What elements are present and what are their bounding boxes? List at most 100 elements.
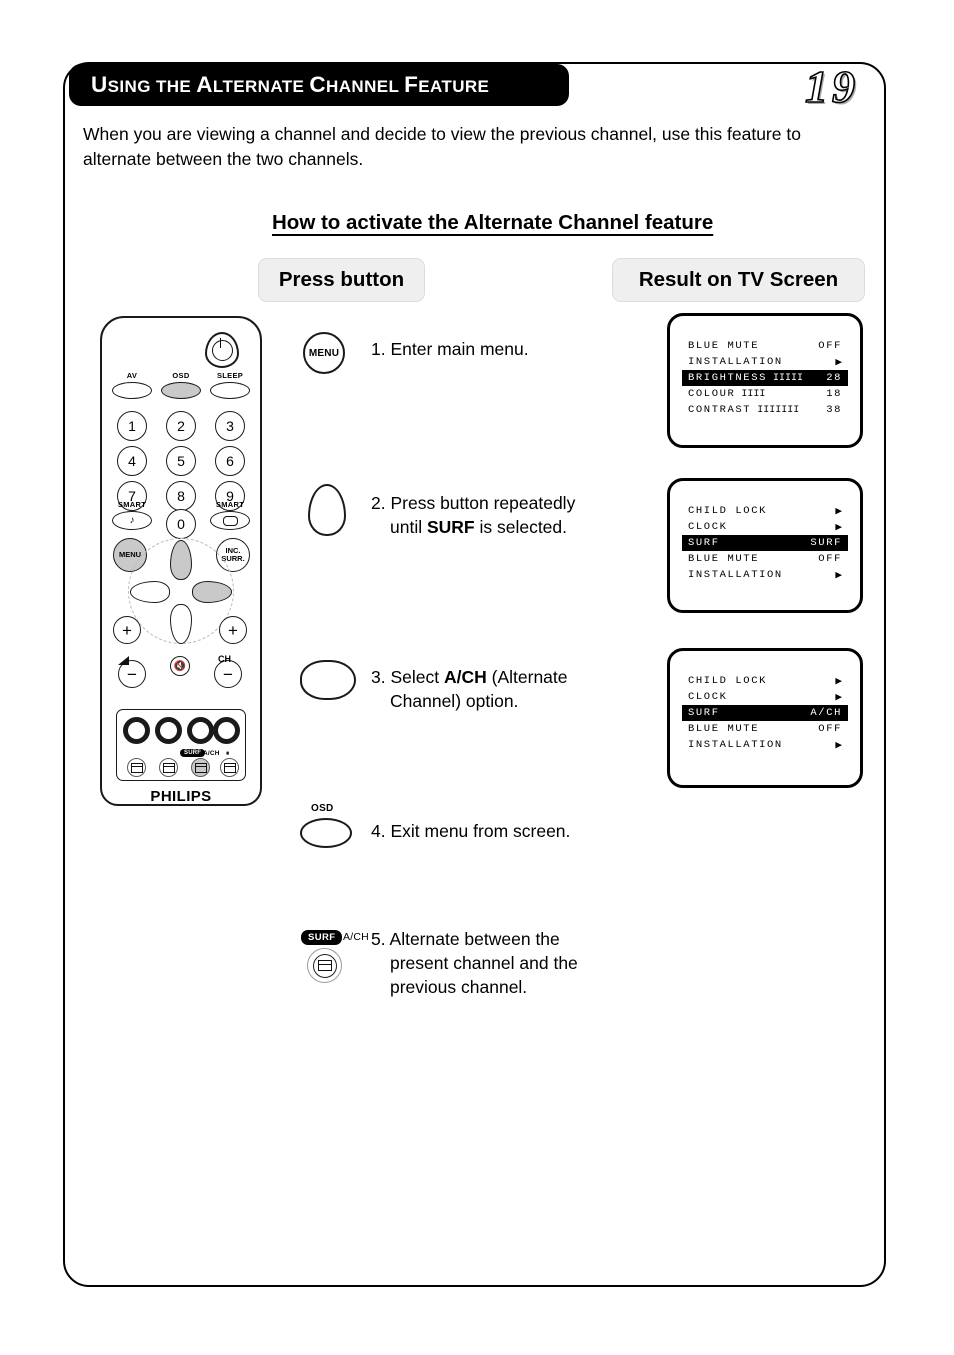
- remote-osd-label: OSD: [172, 371, 190, 380]
- page-title-part-5: C: [309, 72, 327, 97]
- menu-row-label: BRIGHTNESS: [688, 372, 768, 384]
- remote-key-8: 8: [166, 481, 196, 511]
- osd-button-icon: [300, 818, 352, 848]
- menu-row-arrow-icon: ▶: [835, 357, 842, 369]
- menu-row-label: BLUE MUTE: [688, 340, 760, 352]
- step-4-number: 4.: [371, 821, 386, 841]
- remote-surf-ach-button: [191, 758, 210, 777]
- menu-row-arrow-icon: ▶: [835, 570, 842, 582]
- menu-row-bar-indicator: IIIII: [773, 372, 804, 384]
- menu-row-label: CLOCK: [688, 691, 728, 703]
- remote-control-illustration: AV OSD SLEEP 1 2 3 4 5 6 7 8 9 SMART ♪ 0…: [100, 316, 262, 806]
- menu-row-label: CHILD LOCK: [688, 675, 768, 687]
- menu-row: INSTALLATION ▶: [688, 567, 842, 583]
- music-note-icon: ♪: [129, 515, 135, 526]
- tv-screen-main-menu: BLUE MUTE OFF INSTALLATION ▶ BRIGHTNESS …: [667, 313, 863, 448]
- split-screen-glyph: [194, 762, 207, 773]
- page-title-part-4: LTERNATE: [212, 77, 310, 96]
- surf-badge: SURF: [301, 930, 343, 945]
- remote-key-5: 5: [166, 446, 196, 476]
- menu-row: CLOCK ▶: [688, 519, 842, 535]
- menu-row: COLOUR IIII 18: [688, 386, 842, 402]
- menu-row-value: OFF: [818, 340, 842, 352]
- page-number: 19: [804, 60, 859, 113]
- menu-row-arrow-icon: ▶: [835, 740, 842, 752]
- step-5-text: 5. Alternate between the present channel…: [371, 927, 621, 999]
- menu-row-label: CONTRAST: [688, 404, 752, 416]
- step-1-text: 1. Enter main menu.: [371, 337, 621, 361]
- menu-row-label: INSTALLATION: [688, 739, 783, 751]
- menu-row-bar-indicator: IIIIIII: [757, 404, 800, 416]
- remote-av-label: AV: [126, 371, 138, 380]
- menu-row-label: BLUE MUTE: [688, 723, 760, 735]
- menu-row: CHILD LOCK ▶: [688, 673, 842, 689]
- menu-row-label: CLOCK: [688, 521, 728, 533]
- remote-smart-picture-button: [210, 511, 250, 530]
- remote-ch-label: CH: [218, 654, 231, 664]
- step-2-line2-pre: until: [390, 517, 427, 537]
- menu-row: BLUE MUTE OFF: [688, 338, 842, 354]
- step-5-line3: previous channel.: [390, 977, 528, 997]
- remote-teletext-button-1: [127, 758, 146, 777]
- remote-volume-up-button: +: [113, 616, 141, 644]
- tv-screen-surf-menu: CHILD LOCK ▶ CLOCK ▶ SURF SURF BLUE MUTE…: [667, 478, 863, 613]
- remote-smart-sound-label: SMART: [117, 500, 147, 509]
- menu-row-value: 38: [826, 404, 842, 416]
- cursor-right-button-icon: [300, 660, 356, 700]
- step-5-line2: present channel and the: [390, 953, 578, 973]
- menu-row-label: COLOUR: [688, 388, 736, 400]
- menu-button-icon-label: MENU: [308, 347, 340, 359]
- step-5-number: 5.: [371, 929, 386, 949]
- menu-row-value: A/CH: [810, 707, 842, 719]
- menu-row-bar-indicator: IIII: [741, 388, 766, 400]
- surf-ach-button-icon: [307, 948, 342, 983]
- step-4-body: Exit menu from screen.: [390, 821, 571, 841]
- menu-row-label: INSTALLATION: [688, 356, 783, 368]
- step-5-line1: Alternate between the: [389, 929, 560, 949]
- step-4-text: 4. Exit menu from screen.: [371, 819, 621, 843]
- step-2-line1: Press button repeatedly: [390, 493, 576, 513]
- split-screen-glyph: [317, 960, 332, 971]
- step-3-number: 3.: [371, 667, 386, 687]
- teletext-glyph: [162, 762, 175, 773]
- remote-bottom-ring-3: [187, 717, 214, 744]
- menu-row: CHILD LOCK ▶: [688, 503, 842, 519]
- screen-icon: [222, 515, 238, 526]
- menu-row: CLOCK ▶: [688, 689, 842, 705]
- page-header-bar: USING THE ALTERNATE CHANNEL FEATURE: [69, 64, 569, 106]
- ach-label: A/CH: [343, 931, 369, 943]
- remote-pause-button: [220, 758, 239, 777]
- page-title-part-2: SING THE: [107, 77, 197, 96]
- step-3-line1-pre: Select: [390, 667, 444, 687]
- remote-channel-down-button: −: [214, 660, 242, 688]
- menu-row-value: OFF: [818, 553, 842, 565]
- remote-brand-label: PHILIPS: [150, 788, 212, 805]
- intro-paragraph: When you are viewing a channel and decid…: [83, 124, 801, 169]
- step-2-number: 2.: [371, 493, 386, 513]
- remote-pause-mini-label: ⏸: [226, 750, 230, 757]
- mute-icon: 🔇: [173, 660, 187, 672]
- remote-channel-up-button: +: [219, 616, 247, 644]
- menu-row: CONTRAST IIIIIII 38: [688, 402, 842, 418]
- pause-glyph: [223, 762, 236, 773]
- teletext-glyph: [130, 762, 143, 773]
- remote-key-2: 2: [166, 411, 196, 441]
- menu-row-arrow-icon: ▶: [835, 522, 842, 534]
- step-3-text: 3. Select A/CH (Alternate Channel) optio…: [371, 665, 621, 713]
- menu-row-highlighted: BRIGHTNESS IIIII 28: [682, 370, 848, 386]
- remote-key-1: 1: [117, 411, 147, 441]
- volume-triangle-icon: [118, 656, 129, 665]
- remote-key-3: 3: [215, 411, 245, 441]
- remote-teletext-button-2: [159, 758, 178, 777]
- step-1-body: Enter main menu.: [390, 339, 529, 359]
- step-2-line2-post: is selected.: [474, 517, 568, 537]
- page-title-part-1: U: [91, 72, 108, 97]
- menu-row-highlighted: SURF A/CH: [682, 705, 848, 721]
- step-2-line2: until SURF is selected.: [371, 515, 621, 539]
- step-3-line1-post: (Alternate: [486, 667, 568, 687]
- step-1-number: 1.: [371, 339, 386, 359]
- menu-row-highlighted: SURF SURF: [682, 535, 848, 551]
- remote-key-4: 4: [117, 446, 147, 476]
- remote-bottom-ring-4: [213, 717, 240, 744]
- step-3-keyword: A/CH: [443, 667, 487, 687]
